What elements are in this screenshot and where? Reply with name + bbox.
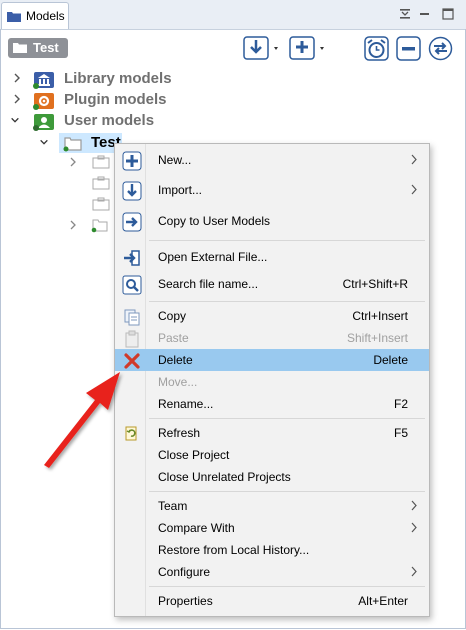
annotation-arrow xyxy=(44,372,120,468)
